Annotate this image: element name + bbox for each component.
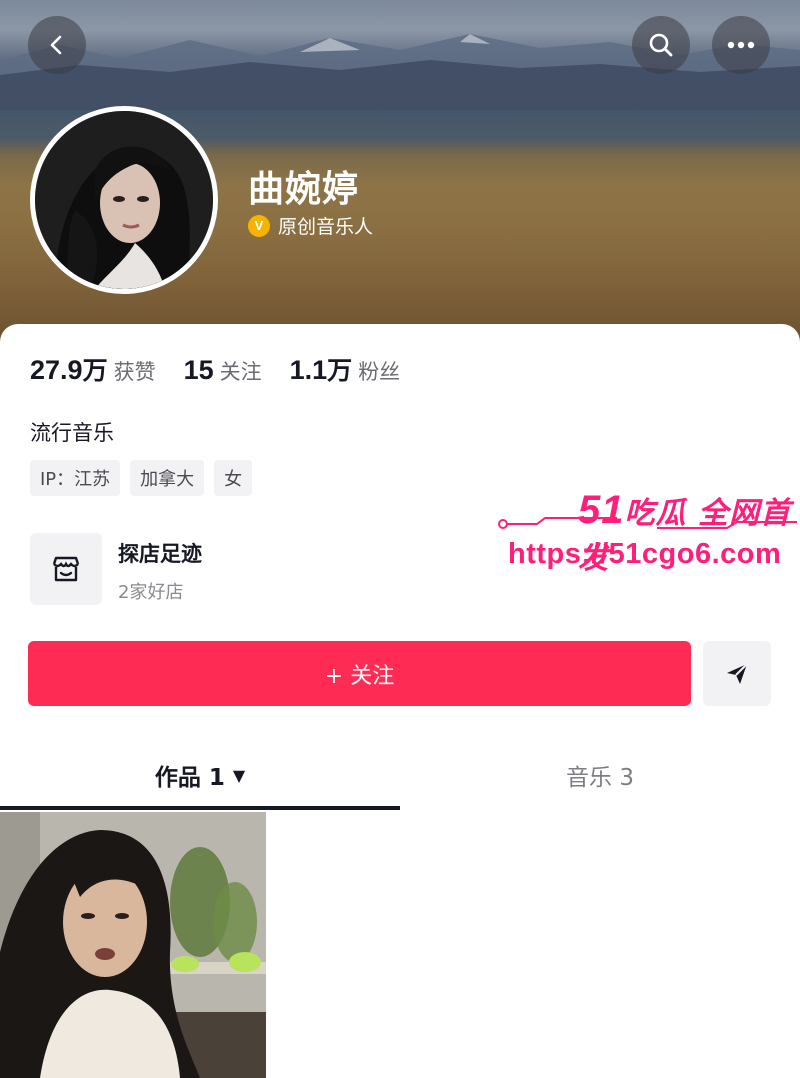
chevron-down-icon: ▼ <box>232 765 246 785</box>
avatar[interactable] <box>30 106 218 294</box>
stats-row: 27.9万 获赞 15 关注 1.1万 粉丝 <box>30 351 428 387</box>
stat-followers[interactable]: 1.1万 粉丝 <box>290 351 401 387</box>
stat-likes-value: 27.9万 <box>30 351 108 387</box>
stat-following[interactable]: 15 关注 <box>184 355 262 386</box>
shop-entry-icon-box[interactable] <box>30 533 102 605</box>
watermark-url: https://51cgo6.com <box>508 538 782 570</box>
watermark-circuit-line <box>498 517 797 529</box>
stat-followers-number: 1.1 <box>289 355 328 385</box>
profile-name: 曲婉婷 <box>248 169 360 210</box>
stat-likes-unit: 万 <box>82 356 108 385</box>
back-arrow-icon <box>50 35 62 55</box>
more-button[interactable] <box>712 16 770 74</box>
tag-ip: IP：江苏 <box>30 460 121 496</box>
follow-button[interactable]: + 关注 <box>28 641 691 706</box>
video-thumbnail[interactable] <box>0 812 266 1078</box>
more-dots-icon <box>727 41 755 49</box>
stat-following-label: 关注 <box>219 360 262 384</box>
tab-music-label: 音乐 3 <box>566 765 634 791</box>
stat-following-value: 15 <box>183 355 214 385</box>
video-thumbnail-image <box>0 812 266 1078</box>
stat-followers-unit: 万 <box>327 356 353 385</box>
verify-label: 原创音乐人 <box>278 216 374 238</box>
bio-text: 流行音乐 <box>30 421 114 445</box>
back-button[interactable] <box>28 16 86 74</box>
tab-works[interactable]: 作品 1 ▼ <box>0 745 400 805</box>
tag-country: 加拿大 <box>130 460 205 496</box>
stat-likes-number: 27.9 <box>30 355 83 385</box>
stat-followers-value: 1.1万 <box>290 351 353 387</box>
tag-list: IP：江苏 加拿大 女 <box>30 460 253 496</box>
stat-likes-label: 获赞 <box>113 360 156 384</box>
tab-active-indicator <box>0 806 400 810</box>
verify-row[interactable]: V 原创音乐人 <box>248 212 373 239</box>
search-button[interactable] <box>632 16 690 74</box>
content-tabs: 作品 1 ▼ 音乐 3 <box>0 745 800 811</box>
shop-title[interactable]: 探店足迹 <box>118 538 202 568</box>
tab-music[interactable]: 音乐 3 <box>400 745 800 805</box>
shop-icon <box>52 556 80 582</box>
stat-followers-label: 粉丝 <box>358 360 401 384</box>
shop-subtitle: 2家好店 <box>118 582 184 603</box>
verified-badge-icon: V <box>248 214 270 237</box>
stat-likes[interactable]: 27.9万 获赞 <box>30 351 156 387</box>
share-button[interactable] <box>703 641 771 706</box>
send-icon <box>727 662 748 684</box>
tab-works-label: 作品 1 <box>154 765 225 791</box>
tag-gender: 女 <box>214 460 253 496</box>
search-icon <box>649 33 673 57</box>
avatar-portrait <box>35 111 213 289</box>
